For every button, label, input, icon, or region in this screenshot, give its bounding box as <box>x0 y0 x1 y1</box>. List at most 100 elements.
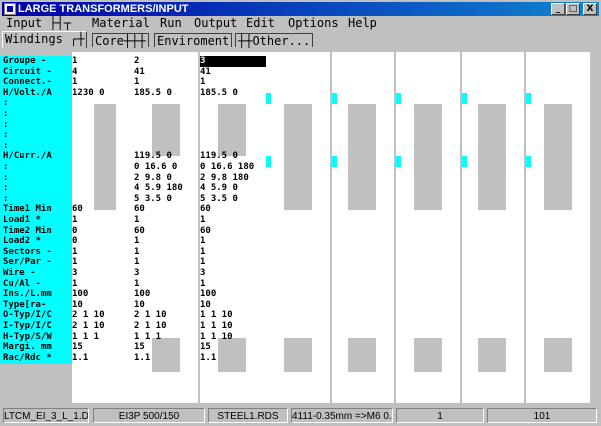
grid-cell[interactable]: 1 <box>72 77 77 88</box>
col3-gap-bottom <box>218 338 246 372</box>
grid-cell[interactable]: 0 <box>72 236 77 247</box>
menu-material[interactable]: Material <box>92 16 150 31</box>
menu-options[interactable]: Options <box>288 16 339 31</box>
grid-cell[interactable]: 1 <box>200 215 205 226</box>
col8-curr-marker <box>526 156 531 167</box>
grid-cell[interactable]: 119.5 0 <box>134 151 172 162</box>
grid-cell[interactable]: 185.5 0 <box>134 88 172 99</box>
grid-cell[interactable]: 1 <box>200 257 205 268</box>
grid-cell[interactable]: 100 <box>72 289 88 300</box>
grid-cell[interactable]: 2 <box>134 56 139 67</box>
row-label: Load1 * <box>0 215 72 226</box>
status-count: 101 <box>487 408 597 423</box>
grid-cell[interactable]: 2 1 10 <box>72 321 105 332</box>
row-label: : <box>0 183 72 194</box>
col7-curr-marker <box>462 156 467 167</box>
tab-other[interactable]: ┼┼Other... <box>235 33 314 48</box>
grid-cell[interactable]: 1 <box>72 257 77 268</box>
tab-enviroment[interactable]: Enviroment <box>154 33 233 48</box>
col2-gap-bottom <box>152 338 180 372</box>
grid-cell[interactable]: 0 16.6 0 <box>134 162 177 173</box>
grid-cell[interactable]: 15 <box>134 342 145 353</box>
grid-cell[interactable]: 1 <box>134 77 139 88</box>
grid-cell[interactable]: 1 1 10 <box>200 321 233 332</box>
grid-cell[interactable]: 4 5.9 0 <box>200 183 238 194</box>
row-label: Wire - <box>0 268 72 279</box>
title-bar: LARGE TRANSFORMERS/INPUT _ □ X <box>2 2 599 16</box>
minimize-button[interactable]: _ <box>551 3 565 15</box>
col7-gap <box>478 104 506 210</box>
col6-volt-marker <box>396 93 401 104</box>
menu-help[interactable]: Help <box>348 16 377 31</box>
row-label: Rac/Rdc * <box>0 353 72 364</box>
menu-output[interactable]: Output <box>194 16 237 31</box>
col8-gap-bottom <box>544 338 572 372</box>
col6-gap-bottom <box>414 338 442 372</box>
grid-cell[interactable]: 1 1 10 <box>200 310 233 321</box>
col7-volt-marker <box>462 93 467 104</box>
grid-cell[interactable]: 15 <box>72 342 83 353</box>
row-label: Margi. mm <box>0 342 72 353</box>
grid-cell[interactable]: 2 1 10 <box>134 310 167 321</box>
window-title: LARGE TRANSFORMERS/INPUT <box>18 3 189 15</box>
grid-cell[interactable]: 1 <box>134 215 139 226</box>
grid-cell[interactable]: 1.1 <box>72 353 88 364</box>
col4-gap-bottom <box>284 338 312 372</box>
status-material: 4111-0.35mm =>M6 0.014' <box>291 408 393 423</box>
grid-cell[interactable]: 100 <box>134 289 150 300</box>
col8-volt-marker <box>526 93 531 104</box>
grid-cell[interactable]: 1 <box>72 215 77 226</box>
grid-cell[interactable]: 2 1 10 <box>72 310 105 321</box>
grid-cell[interactable]: 3 <box>200 268 205 279</box>
grid-cell[interactable]: 1 <box>134 236 139 247</box>
col5-gap-bottom <box>348 338 376 372</box>
menu-bar: Input ├┤┬ Material Run Output Edit Optio… <box>0 16 601 31</box>
app-window: LARGE TRANSFORMERS/INPUT _ □ X Input ├┤┬… <box>0 0 601 426</box>
grid-cell[interactable]: 1 <box>134 257 139 268</box>
grid-cell[interactable]: 4 5.9 180 <box>134 183 183 194</box>
status-din-file: LTCM_EI_3_L_1.DIN <box>3 408 89 423</box>
row-label: Ins./L.mm <box>0 289 72 300</box>
row-label: Ser/Par - <box>0 257 72 268</box>
grid-cell[interactable]: 185.5 0 <box>200 88 238 99</box>
grid-cell[interactable]: 119.5 0 <box>200 151 238 162</box>
grid-cell[interactable]: 60 <box>134 204 145 215</box>
menu-input[interactable]: Input ├┤┬ <box>6 16 71 31</box>
grid-cell[interactable]: 100 <box>200 289 216 300</box>
grid-cell[interactable]: 0 16.6 180 <box>200 162 254 173</box>
grid-cell[interactable]: 1.1 <box>200 353 216 364</box>
maximize-button[interactable]: □ <box>566 3 580 15</box>
row-label: I-Typ/I/C <box>0 321 72 332</box>
row-label: : <box>0 109 72 120</box>
col3-gap <box>218 104 246 156</box>
grid-cell[interactable]: 3 <box>200 56 266 67</box>
close-button[interactable]: X <box>583 3 597 15</box>
status-steel-file: STEEL1.RDS <box>208 408 288 423</box>
col5-gap <box>348 104 376 210</box>
app-icon <box>4 3 16 15</box>
col1-gap <box>94 104 116 210</box>
grid-cell[interactable]: 60 <box>72 204 83 215</box>
col4-gap <box>284 104 312 210</box>
grid-cell[interactable]: 1 <box>72 56 77 67</box>
grid-cell[interactable]: 1230 0 <box>72 88 105 99</box>
row-label: : <box>0 162 72 173</box>
row-label: Time1 Min <box>0 204 72 215</box>
grid-cell[interactable]: 60 <box>200 204 211 215</box>
tab-windings[interactable]: Windings ┌┼ <box>2 31 88 48</box>
grid-cell[interactable]: 3 <box>134 268 139 279</box>
row-label: O-Typ/I/C <box>0 310 72 321</box>
grid-cell[interactable]: 15 <box>200 342 211 353</box>
row-label: Groupe - <box>0 56 72 67</box>
col6-gap <box>414 104 442 210</box>
menu-run[interactable]: Run <box>160 16 182 31</box>
tab-strip: Windings ┌┼ Core┼┼┼ Enviroment ┼┼Other..… <box>0 31 601 48</box>
grid-cell[interactable]: 3 <box>72 268 77 279</box>
tab-core[interactable]: Core┼┼┼ <box>92 33 149 48</box>
grid-cell[interactable]: 1 <box>200 77 205 88</box>
windings-grid: Groupe - Circuit - Connect.- H/Volt./A:::::… <box>0 52 601 403</box>
grid-cell[interactable]: 1 <box>200 236 205 247</box>
grid-cell[interactable]: 1.1 <box>134 353 150 364</box>
menu-edit[interactable]: Edit <box>246 16 275 31</box>
grid-cell[interactable]: 2 1 10 <box>134 321 167 332</box>
